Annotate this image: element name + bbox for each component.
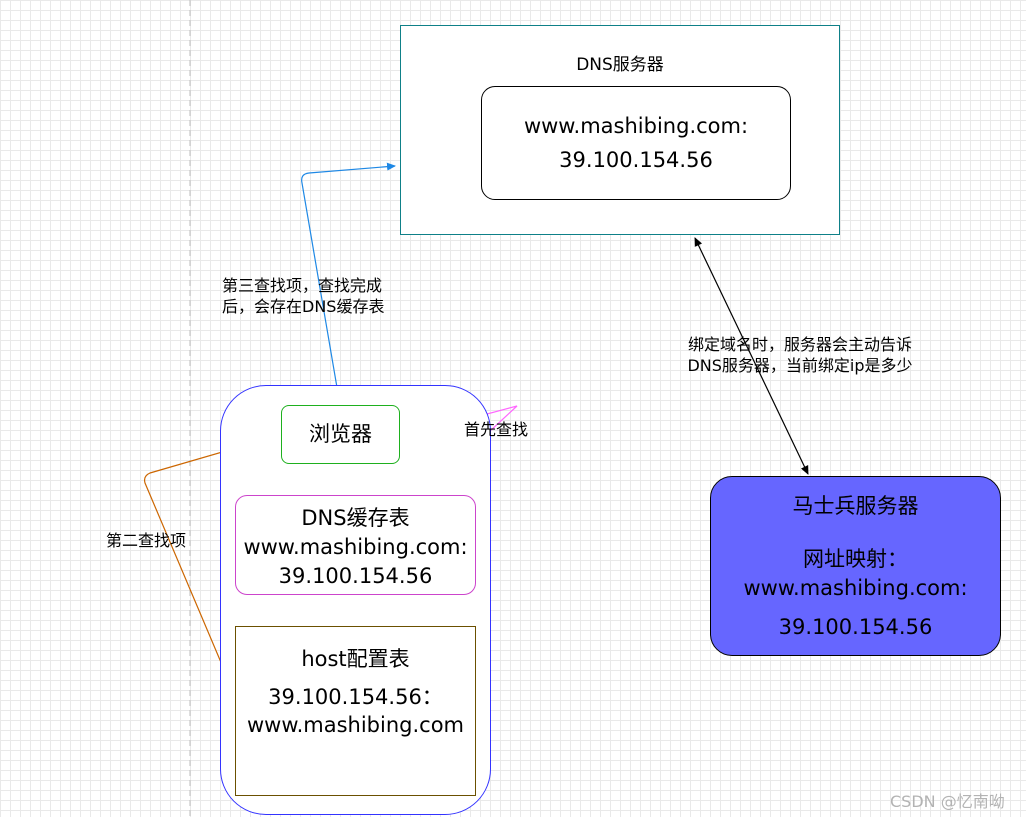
mashibing-server-title: 马士兵服务器: [792, 494, 919, 518]
edge-label-third-line2: 后，会存在DNS缓存表: [222, 297, 385, 316]
edge-label-second-lookup: 第二查找项: [106, 531, 187, 550]
dns-server-title: DNS服务器: [576, 55, 664, 75]
host-config-domain: www.mashibing.com: [246, 713, 464, 737]
dns-cache-node: DNS缓存表 www.mashibing.com: 39.100.154.56: [235, 495, 476, 595]
dns-cache-domain: www.mashibing.com:: [243, 535, 468, 559]
dns-server-node: DNS服务器 www.mashibing.com: 39.100.154.56: [400, 25, 840, 235]
host-config-node: host配置表 39.100.154.56： www.mashibing.com: [235, 626, 476, 796]
edge-label-bind-line2: DNS服务器，当前绑定ip是多少: [687, 356, 913, 375]
mashibing-server-node: 马士兵服务器 网址映射： www.mashibing.com: 39.100.1…: [710, 476, 1001, 656]
edge-label-bind-line1: 绑定域名时，服务器会主动告诉: [687, 335, 912, 354]
dns-server-record: www.mashibing.com: 39.100.154.56: [481, 86, 791, 200]
browser-node: 浏览器: [281, 405, 400, 464]
edge-label-third-lookup: 第三查找项，查找完成 后，会存在DNS缓存表: [222, 275, 412, 317]
mashibing-server-domain: www.mashibing.com:: [743, 576, 968, 600]
edge-label-bind: 绑定域名时，服务器会主动告诉 DNS服务器，当前绑定ip是多少: [660, 334, 940, 376]
dns-cache-ip: 39.100.154.56: [278, 564, 433, 588]
mashibing-server-ip: 39.100.154.56: [778, 615, 933, 639]
host-config-title: host配置表: [301, 647, 410, 671]
mashibing-server-mapping-label: 网址映射：: [803, 547, 908, 571]
dns-server-record-domain: www.mashibing.com:: [523, 114, 749, 138]
browser-label: 浏览器: [309, 422, 372, 446]
edge-label-first-lookup: 首先查找: [464, 420, 529, 439]
dns-server-record-ip: 39.100.154.56: [559, 148, 713, 172]
watermark: CSDN @忆南呦: [890, 792, 1005, 811]
edge-label-third-line1: 第三查找项，查找完成: [222, 276, 383, 295]
dns-cache-title: DNS缓存表: [301, 506, 410, 530]
host-config-ip: 39.100.154.56：: [268, 685, 443, 709]
